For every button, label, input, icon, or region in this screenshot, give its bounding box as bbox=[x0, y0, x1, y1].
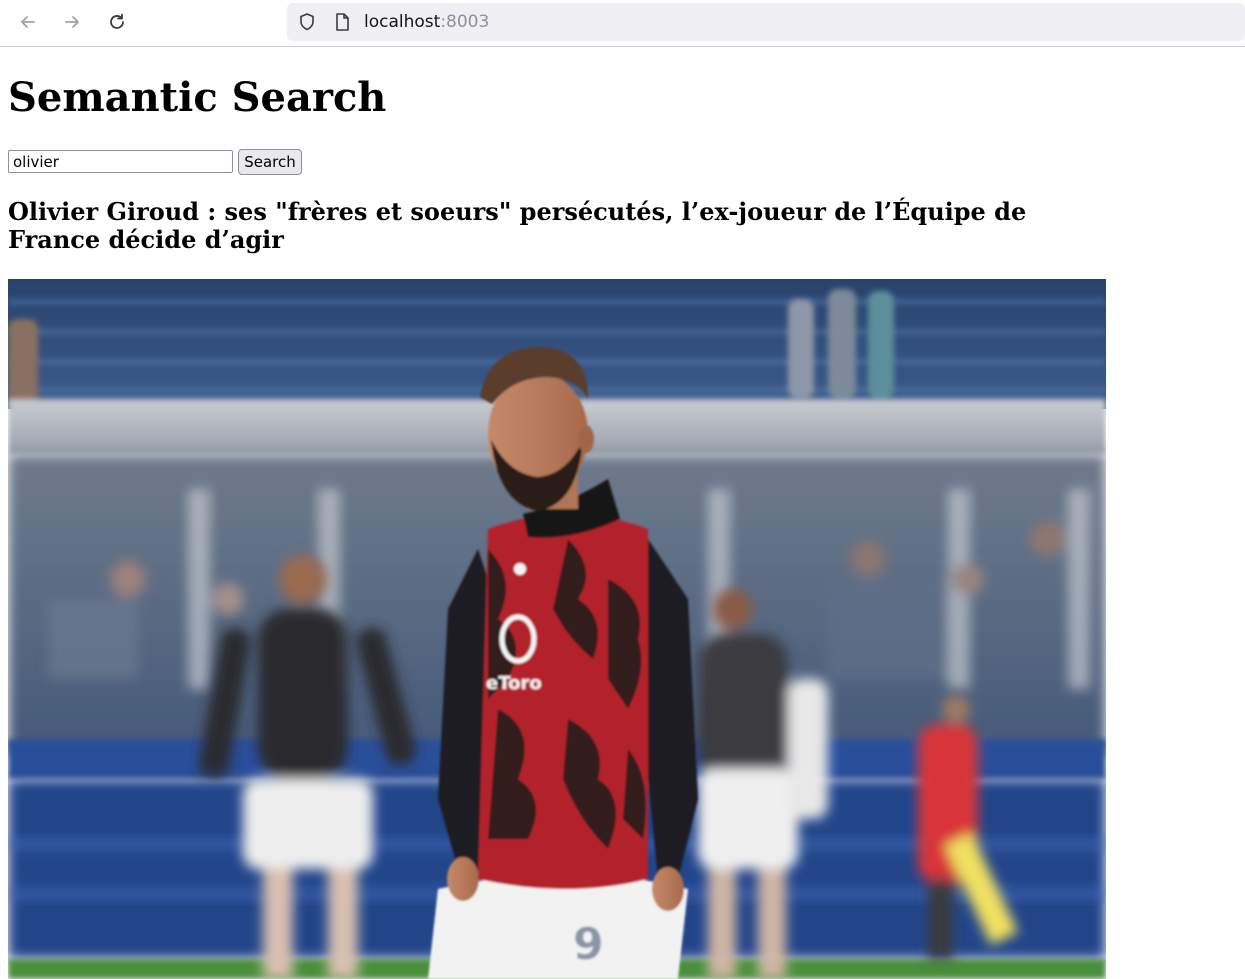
result-title: Olivier Giroud : ses "frères et soeurs" … bbox=[8, 197, 1027, 254]
page-icon[interactable] bbox=[332, 12, 352, 32]
jersey-number: 9 bbox=[573, 919, 604, 970]
back-button[interactable] bbox=[12, 6, 44, 38]
browser-toolbar: localhost:8003 bbox=[0, 0, 1245, 47]
forward-button[interactable] bbox=[56, 6, 88, 38]
forward-arrow-icon bbox=[65, 16, 79, 28]
footballer-photo: 9 eToro bbox=[8, 279, 1106, 979]
reload-icon bbox=[110, 13, 124, 29]
shield-icon[interactable] bbox=[297, 12, 317, 32]
url-port: :8003 bbox=[440, 12, 490, 32]
sponsor-text: eToro bbox=[486, 673, 542, 694]
url-host: localhost bbox=[364, 12, 441, 32]
address-bar[interactable]: localhost:8003 bbox=[287, 3, 1245, 41]
search-button[interactable]: Search bbox=[238, 149, 302, 175]
url-text[interactable]: localhost:8003 bbox=[364, 12, 489, 32]
back-arrow-icon bbox=[21, 16, 35, 28]
result-image: 9 eToro bbox=[8, 279, 1106, 979]
search-input[interactable] bbox=[8, 150, 233, 173]
reload-button[interactable] bbox=[101, 6, 133, 38]
page-title: Semantic Search bbox=[8, 74, 387, 121]
